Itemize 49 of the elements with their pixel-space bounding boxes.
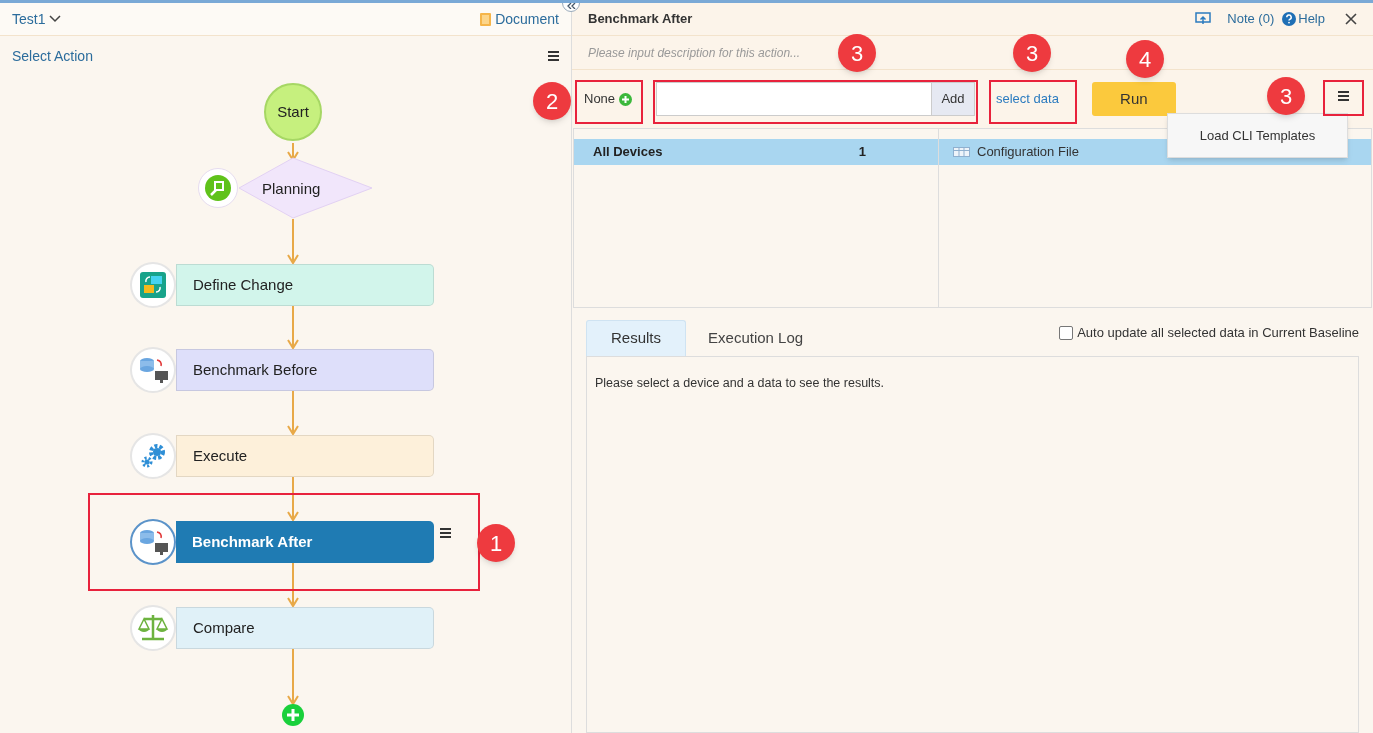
help-icon[interactable] bbox=[1282, 12, 1297, 26]
planning-icon bbox=[198, 168, 238, 208]
tab[interactable]: Results bbox=[586, 320, 687, 356]
start-node[interactable]: Start bbox=[264, 83, 322, 141]
close-icon[interactable] bbox=[1345, 13, 1357, 25]
action-title: Benchmark After bbox=[588, 10, 693, 29]
highlight-frame bbox=[575, 80, 643, 124]
step-node[interactable]: Define Change bbox=[176, 264, 434, 306]
step-node[interactable]: Execute bbox=[176, 435, 434, 477]
connector-arrow bbox=[287, 390, 299, 436]
step-node[interactable]: Benchmark After bbox=[176, 521, 434, 563]
device-row[interactable]: All Devices 1 bbox=[574, 139, 938, 165]
step-node[interactable]: Compare bbox=[176, 607, 434, 649]
node-menu-icon[interactable] bbox=[440, 528, 451, 538]
project-name[interactable]: Test1 bbox=[12, 8, 46, 30]
select-action-link[interactable]: Select Action bbox=[12, 45, 93, 67]
menu-icon[interactable] bbox=[548, 51, 559, 61]
chevron-down-icon[interactable] bbox=[49, 15, 62, 23]
run-button[interactable]: Run bbox=[1091, 82, 1176, 116]
data-item[interactable]: Configuration File bbox=[977, 142, 1079, 162]
database-monitor-icon bbox=[130, 519, 176, 565]
device-selector[interactable]: None bbox=[584, 89, 616, 109]
results-message: Please select a device and a data to see the results. bbox=[595, 376, 885, 390]
table-icon bbox=[953, 147, 970, 157]
note-link[interactable]: Note (0) bbox=[1227, 9, 1275, 29]
connector-arrow bbox=[287, 648, 299, 706]
auto-update-checkbox[interactable] bbox=[1059, 325, 1074, 340]
connector-arrow bbox=[287, 562, 299, 608]
presentation-icon[interactable] bbox=[1195, 12, 1212, 26]
auto-update-label: Auto update all selected data in Current Baseline bbox=[1077, 324, 1359, 342]
tab[interactable]: Execution Log bbox=[686, 320, 826, 356]
menu-icon[interactable] bbox=[1338, 91, 1349, 101]
node-label: Planning bbox=[262, 179, 321, 199]
add-icon[interactable] bbox=[619, 92, 633, 106]
add-button[interactable]: Add bbox=[931, 83, 974, 115]
gears-icon bbox=[130, 433, 176, 479]
step-node[interactable]: Benchmark Before bbox=[176, 349, 434, 391]
connector-arrow bbox=[287, 305, 299, 350]
help-link[interactable]: Help bbox=[1298, 9, 1325, 29]
connector-arrow bbox=[287, 218, 299, 265]
select-data-link[interactable]: select data bbox=[996, 89, 1059, 109]
decision-node[interactable] bbox=[238, 157, 373, 219]
input-field[interactable]: Add bbox=[656, 82, 975, 116]
connector-arrow bbox=[287, 476, 299, 522]
swap-icon bbox=[130, 262, 176, 308]
scale-icon bbox=[130, 605, 176, 651]
highlight-frame bbox=[1323, 80, 1364, 116]
database-monitor-icon bbox=[130, 347, 176, 393]
document-link[interactable]: Document bbox=[495, 8, 559, 30]
